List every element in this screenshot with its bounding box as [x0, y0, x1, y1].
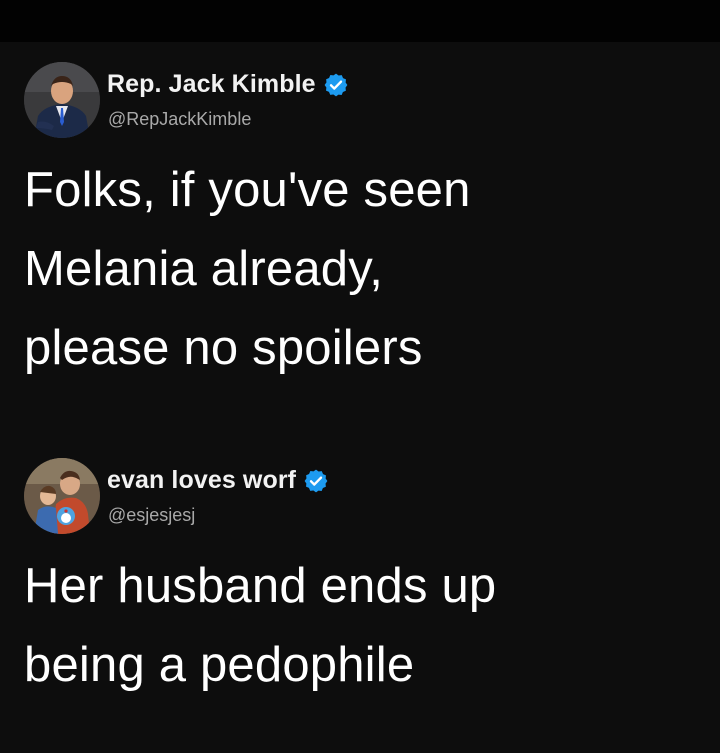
avatar[interactable]	[24, 458, 100, 534]
tweet-header: Rep. Jack Kimble @RepJackKimble	[24, 62, 704, 138]
user-handle[interactable]: @esjesjesj	[108, 505, 195, 526]
tweet-text-line: being a pedophile	[24, 638, 415, 692]
verified-badge-icon	[303, 468, 329, 494]
tweet-text-line: Melania already,	[24, 242, 384, 296]
name-row: evan loves worf	[107, 466, 329, 495]
avatar[interactable]	[24, 62, 100, 138]
name-row: Rep. Jack Kimble	[107, 70, 349, 99]
tweet-text-line: Her husband ends up	[24, 559, 497, 613]
display-name[interactable]: Rep. Jack Kimble	[107, 70, 316, 99]
avatar-image	[24, 62, 100, 138]
avatar-image	[24, 458, 100, 534]
tweet-text-line: Folks, if you've seen	[24, 163, 471, 217]
tweet-header: evan loves worf @esjesjesj	[24, 458, 704, 534]
top-bar	[0, 0, 720, 42]
user-handle[interactable]: @RepJackKimble	[108, 109, 251, 130]
verified-badge-icon	[323, 72, 349, 98]
tweet-text-line: please no spoilers	[24, 321, 423, 375]
display-name[interactable]: evan loves worf	[107, 466, 296, 495]
tweet-text: Her husband ends up being a pedophile	[24, 547, 704, 705]
tweet-text: Folks, if you've seen Melania already, p…	[24, 151, 704, 388]
